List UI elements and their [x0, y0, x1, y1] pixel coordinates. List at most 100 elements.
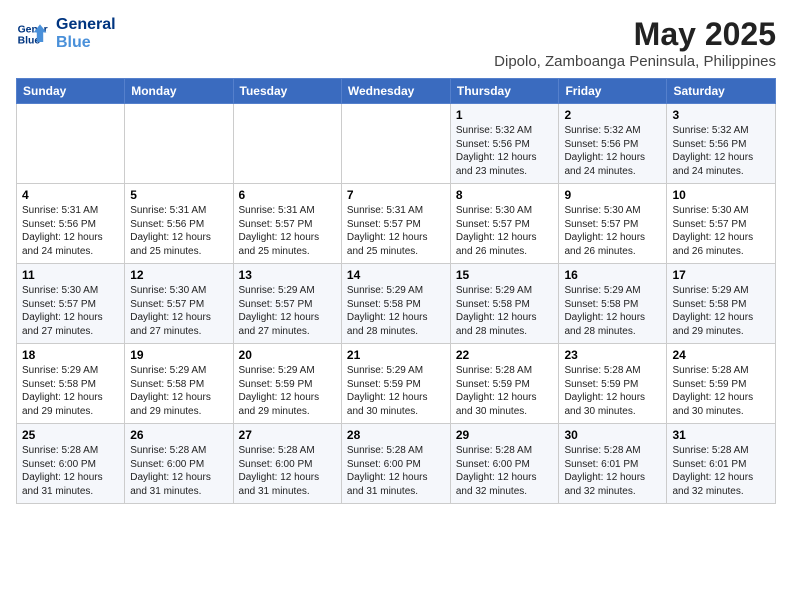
day-number: 4 [22, 188, 119, 202]
day-number: 20 [239, 348, 336, 362]
page-header: General Blue General Blue May 2025 Dipol… [16, 16, 776, 70]
day-number: 25 [22, 428, 119, 442]
day-number: 26 [130, 428, 227, 442]
calendar-cell: 5 Sunrise: 5:31 AM Sunset: 5:56 PM Daylig… [125, 184, 233, 264]
day-number: 31 [672, 428, 770, 442]
calendar-cell: 4 Sunrise: 5:31 AM Sunset: 5:56 PM Daylig… [17, 184, 125, 264]
calendar-cell: 22Sunrise: 5:28 AM Sunset: 5:59 PM Dayli… [450, 344, 559, 424]
calendar-cell: 21 Sunrise: 5:29 AM Sunset: 5:59 PM Dayli… [341, 344, 450, 424]
day-info: Sunrise: 5:28 AM Sunset: 5:59 PM Dayligh… [564, 364, 661, 418]
calendar-cell: 29 Sunrise: 5:28 AM Sunset: 6:00 PM Dayli… [450, 424, 559, 504]
calendar-cell: 18Sunrise: 5:29 AM Sunset: 5:58 PM Dayli… [17, 344, 125, 424]
day-info: Sunrise: 5:30 AM Sunset: 5:57 PM Dayligh… [672, 204, 770, 258]
calendar-cell: 17 Sunrise: 5:29 AM Sunset: 5:58 PM Dayli… [667, 264, 776, 344]
calendar-cell: 11 Sunrise: 5:30 AM Sunset: 5:57 PM Dayli… [17, 264, 125, 344]
day-number: 21 [347, 348, 445, 362]
calendar-cell: 25Sunrise: 5:28 AM Sunset: 6:00 PM Dayli… [17, 424, 125, 504]
day-number: 14 [347, 268, 445, 282]
day-info: Sunrise: 5:31 AM Sunset: 5:57 PM Dayligh… [239, 204, 336, 258]
logo-blue: Blue [56, 34, 116, 52]
day-info: Sunrise: 5:32 AM Sunset: 5:56 PM Dayligh… [672, 124, 770, 178]
day-number: 29 [456, 428, 554, 442]
calendar-cell: 30Sunrise: 5:28 AM Sunset: 6:01 PM Dayli… [559, 424, 667, 504]
day-number: 27 [239, 428, 336, 442]
calendar-cell: 28 Sunrise: 5:28 AM Sunset: 6:00 PM Dayli… [341, 424, 450, 504]
day-number: 17 [672, 268, 770, 282]
calendar-cell: 2Sunrise: 5:32 AM Sunset: 5:56 PM Daylig… [559, 104, 667, 184]
day-info: Sunrise: 5:29 AM Sunset: 5:58 PM Dayligh… [456, 284, 554, 338]
calendar-cell: 20Sunrise: 5:29 AM Sunset: 5:59 PM Dayli… [233, 344, 341, 424]
logo-general: General [56, 16, 116, 34]
column-header-monday: Monday [125, 79, 233, 104]
week-row-4: 18Sunrise: 5:29 AM Sunset: 5:58 PM Dayli… [17, 344, 776, 424]
day-number: 24 [672, 348, 770, 362]
day-info: Sunrise: 5:28 AM Sunset: 6:00 PM Dayligh… [347, 444, 445, 498]
calendar-cell [17, 104, 125, 184]
day-number: 15 [456, 268, 554, 282]
week-row-2: 4 Sunrise: 5:31 AM Sunset: 5:56 PM Daylig… [17, 184, 776, 264]
day-number: 13 [239, 268, 336, 282]
day-number: 16 [564, 268, 661, 282]
location-subtitle: Dipolo, Zamboanga Peninsula, Philippines [494, 53, 776, 70]
day-number: 6 [239, 188, 336, 202]
day-number: 1 [456, 108, 554, 122]
calendar-cell: 31 Sunrise: 5:28 AM Sunset: 6:01 PM Dayli… [667, 424, 776, 504]
calendar-cell: 16 Sunrise: 5:29 AM Sunset: 5:58 PM Dayli… [559, 264, 667, 344]
day-number: 5 [130, 188, 227, 202]
week-row-5: 25 Sunrise: 5:28 AM Sunset: 6:00 PM Dayli… [17, 424, 776, 504]
day-number: 3 [672, 108, 770, 122]
logo-icon: General Blue [16, 18, 48, 50]
day-info: Sunrise: 5:29 AM Sunset: 5:59 PM Dayligh… [347, 364, 445, 418]
calendar-cell: 15 Sunrise: 5:29 AM Sunset: 5:58 PM Dayli… [450, 264, 559, 344]
column-header-wednesday: Wednesday [341, 79, 450, 104]
calendar-cell: 1Sunrise: 5:32 AM Sunset: 5:56 PM Daylig… [450, 104, 559, 184]
calendar-cell: 13 Sunrise: 5:29 AM Sunset: 5:57 PM Dayli… [233, 264, 341, 344]
calendar-cell: 9Sunrise: 5:30 AM Sunset: 5:57 PM Daylig… [559, 184, 667, 264]
day-info: Sunrise: 5:29 AM Sunset: 5:57 PM Dayligh… [239, 284, 336, 338]
day-info: Sunrise: 5:31 AM Sunset: 5:57 PM Dayligh… [347, 204, 445, 258]
day-info: Sunrise: 5:31 AM Sunset: 5:56 PM Dayligh… [130, 204, 227, 258]
day-info: Sunrise: 5:29 AM Sunset: 5:58 PM Dayligh… [347, 284, 445, 338]
logo: General Blue General Blue [16, 16, 116, 51]
column-header-tuesday: Tuesday [233, 79, 341, 104]
column-header-friday: Friday [559, 79, 667, 104]
day-number: 30 [564, 428, 661, 442]
title-block: May 2025 Dipolo, Zamboanga Peninsula, Ph… [494, 16, 776, 70]
day-info: Sunrise: 5:28 AM Sunset: 6:00 PM Dayligh… [130, 444, 227, 498]
day-info: Sunrise: 5:28 AM Sunset: 6:01 PM Dayligh… [672, 444, 770, 498]
day-number: 8 [456, 188, 554, 202]
calendar-cell: 19 Sunrise: 5:29 AM Sunset: 5:58 PM Dayli… [125, 344, 233, 424]
calendar-cell: 3 Sunrise: 5:32 AM Sunset: 5:56 PM Daylig… [667, 104, 776, 184]
calendar-cell: 6 Sunrise: 5:31 AM Sunset: 5:57 PM Daylig… [233, 184, 341, 264]
calendar-cell: 26 Sunrise: 5:28 AM Sunset: 6:00 PM Dayli… [125, 424, 233, 504]
day-info: Sunrise: 5:30 AM Sunset: 5:57 PM Dayligh… [22, 284, 119, 338]
calendar-cell [233, 104, 341, 184]
calendar-cell: 14 Sunrise: 5:29 AM Sunset: 5:58 PM Dayli… [341, 264, 450, 344]
calendar-table: SundayMondayTuesdayWednesdayThursdayFrid… [16, 78, 776, 504]
day-info: Sunrise: 5:28 AM Sunset: 6:00 PM Dayligh… [239, 444, 336, 498]
month-title: May 2025 [494, 16, 776, 53]
day-info: Sunrise: 5:28 AM Sunset: 6:00 PM Dayligh… [456, 444, 554, 498]
calendar-cell [341, 104, 450, 184]
day-info: Sunrise: 5:31 AM Sunset: 5:56 PM Dayligh… [22, 204, 119, 258]
day-info: Sunrise: 5:29 AM Sunset: 5:58 PM Dayligh… [672, 284, 770, 338]
day-number: 10 [672, 188, 770, 202]
day-number: 23 [564, 348, 661, 362]
calendar-cell: 10 Sunrise: 5:30 AM Sunset: 5:57 PM Dayli… [667, 184, 776, 264]
day-info: Sunrise: 5:28 AM Sunset: 5:59 PM Dayligh… [672, 364, 770, 418]
day-info: Sunrise: 5:30 AM Sunset: 5:57 PM Dayligh… [564, 204, 661, 258]
day-info: Sunrise: 5:29 AM Sunset: 5:58 PM Dayligh… [130, 364, 227, 418]
calendar-cell: 23 Sunrise: 5:28 AM Sunset: 5:59 PM Dayli… [559, 344, 667, 424]
day-info: Sunrise: 5:30 AM Sunset: 5:57 PM Dayligh… [130, 284, 227, 338]
day-info: Sunrise: 5:29 AM Sunset: 5:58 PM Dayligh… [564, 284, 661, 338]
day-number: 11 [22, 268, 119, 282]
calendar-cell: 7Sunrise: 5:31 AM Sunset: 5:57 PM Daylig… [341, 184, 450, 264]
column-header-sunday: Sunday [17, 79, 125, 104]
day-info: Sunrise: 5:32 AM Sunset: 5:56 PM Dayligh… [564, 124, 661, 178]
calendar-cell: 27 Sunrise: 5:28 AM Sunset: 6:00 PM Dayli… [233, 424, 341, 504]
calendar-cell: 8Sunrise: 5:30 AM Sunset: 5:57 PM Daylig… [450, 184, 559, 264]
day-number: 19 [130, 348, 227, 362]
day-info: Sunrise: 5:29 AM Sunset: 5:58 PM Dayligh… [22, 364, 119, 418]
column-header-thursday: Thursday [450, 79, 559, 104]
day-number: 28 [347, 428, 445, 442]
